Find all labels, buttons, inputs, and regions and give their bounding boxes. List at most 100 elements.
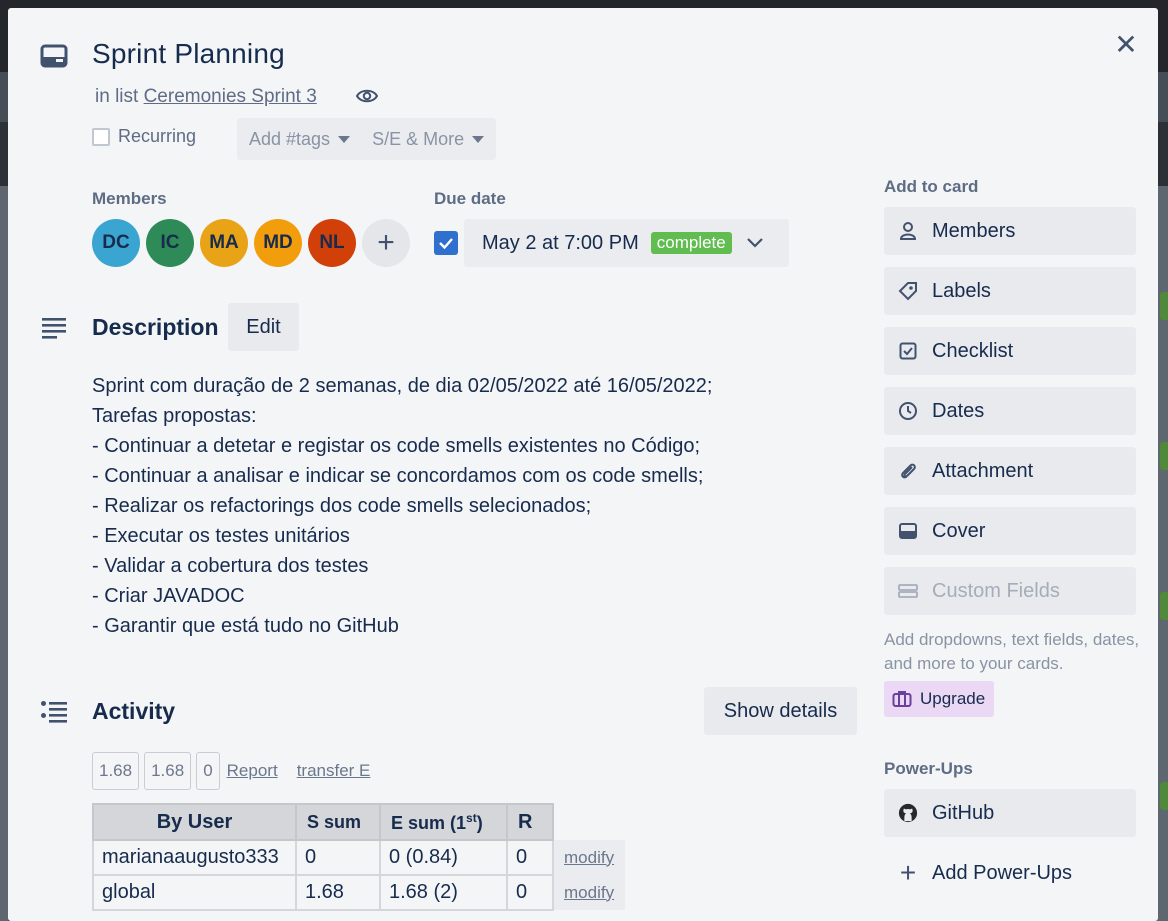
card-detail-modal: ✕ Sprint Planning in list Ceremonies Spr… (8, 8, 1158, 921)
cell-user: marianaaugusto333 (92, 839, 297, 876)
sidebar-button-label: Members (932, 219, 1016, 242)
e-sum-text: E sum (1 (391, 812, 467, 833)
member-avatars: DC IC MA MD NL + (92, 219, 416, 267)
add-tags-dropdown[interactable]: Add #tags (237, 128, 351, 150)
description-line: - Continuar a detetar e registar os code… (92, 435, 701, 457)
sidebar-cover-button[interactable]: Cover (884, 507, 1136, 555)
sidebar-checklist-button[interactable]: Checklist (884, 327, 1136, 375)
description-line: - Realizar os refactorings dos code smel… (92, 495, 592, 517)
description-line: - Executar os testes unitários (92, 525, 350, 547)
cell-e: 0 (0.84) (379, 839, 508, 876)
description-line: - Continuar a analisar e indicar se conc… (92, 465, 704, 487)
board-label-chip (1160, 782, 1168, 810)
col-header-by-user: By User (92, 803, 297, 841)
stat-value: 1.68 (144, 752, 192, 790)
upgrade-button[interactable]: Upgrade (884, 681, 994, 717)
avatar[interactable]: IC (146, 219, 194, 267)
stat-value: 1.68 (92, 752, 140, 790)
show-details-button[interactable]: Show details (704, 687, 857, 735)
due-date-label: Due date (434, 189, 506, 208)
sidebar-button-label: Dates (932, 399, 985, 422)
sidebar-button-label: Custom Fields (932, 579, 1060, 602)
sidebar-button-label: Checklist (932, 339, 1014, 362)
add-to-card-label: Add to card (884, 177, 979, 196)
due-date-button[interactable]: May 2 at 7:00 PM complete (464, 219, 789, 267)
activity-icon (41, 701, 67, 723)
upgrade-label: Upgrade (920, 689, 986, 708)
modify-link[interactable]: modify (564, 883, 614, 902)
table-row: marianaaugusto333 0 0 (0.84) 0 modify (92, 839, 626, 876)
cell-action: modify (553, 840, 626, 875)
description-icon (42, 318, 66, 339)
sidebar-button-label: Attachment (932, 459, 1034, 482)
s-sum-text: S sum (307, 811, 362, 832)
board-label-chip (1160, 292, 1168, 320)
description-line: Sprint com duração de 2 semanas, de dia … (92, 375, 713, 397)
recurring-label: Recurring (118, 126, 197, 146)
se-more-dropdown[interactable]: S/E & More (350, 129, 485, 150)
table-header-row: By User S sum E sum (1st) R (92, 803, 625, 841)
stat-value: 0 (196, 752, 220, 790)
board-label-chip (1160, 442, 1168, 470)
add-tags-label: Add #tags (249, 128, 331, 149)
e-sum-close: ) (476, 812, 483, 833)
col-header-r: R (506, 803, 554, 841)
cell-user: global (92, 874, 297, 911)
recurring-checkbox[interactable] (92, 127, 110, 146)
sidebar-button-label: Labels (932, 279, 991, 302)
tag-toolbar: Add #tags S/E & More (237, 118, 496, 160)
board-label-chip (1160, 592, 1168, 620)
due-complete-checkbox[interactable] (434, 231, 458, 255)
cell-s: 0 (295, 839, 381, 876)
cell-r: 0 (506, 839, 554, 876)
custom-fields-icon (898, 581, 918, 601)
paperclip-icon (898, 461, 918, 481)
briefcase-icon (892, 691, 912, 707)
card-icon (40, 44, 68, 68)
avatar[interactable]: MA (200, 219, 248, 267)
clock-icon (898, 401, 918, 421)
sidebar-labels-button[interactable]: Labels (884, 267, 1136, 315)
avatar[interactable]: DC (92, 219, 140, 267)
plus-icon: + (899, 857, 917, 888)
custom-fields-note: Add dropdowns, text fields, dates, and m… (884, 630, 1140, 673)
col-header-s-sum: S sum (295, 803, 381, 841)
report-link[interactable]: Report (227, 761, 278, 781)
cell-e: 1.68 (2) (379, 874, 508, 911)
cell-s: 1.68 (295, 874, 381, 911)
description-text[interactable]: Sprint com duração de 2 semanas, de dia … (92, 371, 712, 641)
board-list-left (0, 186, 8, 921)
avatar[interactable]: NL (308, 219, 356, 267)
sidebar-button-label: GitHub (932, 801, 995, 824)
chevron-down-icon (746, 238, 763, 248)
description-line: - Criar JAVADOC (92, 585, 245, 607)
close-icon[interactable]: ✕ (1110, 30, 1142, 62)
members-label: Members (92, 189, 167, 208)
add-power-ups-button[interactable]: + Add Power-Ups (884, 849, 1136, 897)
list-link[interactable]: Ceremonies Sprint 3 (144, 86, 317, 107)
sidebar-members-button[interactable]: Members (884, 207, 1136, 255)
eye-icon[interactable] (356, 86, 378, 106)
e-sum-sup: st (466, 810, 477, 825)
activity-title: Activity (92, 698, 176, 724)
sidebar-dates-button[interactable]: Dates (884, 387, 1136, 435)
transfer-link[interactable]: transfer E (297, 761, 371, 781)
sidebar-attachment-button[interactable]: Attachment (884, 447, 1136, 495)
sidebar-button-label: Add Power-Ups (932, 861, 1073, 884)
description-line: Tarefas propostas: (92, 405, 257, 427)
edit-description-button[interactable]: Edit (228, 303, 299, 351)
recurring-toggle[interactable]: Recurring (92, 126, 196, 147)
add-member-button[interactable]: + (362, 219, 410, 267)
sidebar-github-button[interactable]: GitHub (884, 789, 1136, 837)
due-status-badge: complete (650, 232, 732, 254)
checklist-icon (898, 341, 918, 361)
avatar[interactable]: MD (254, 219, 302, 267)
cover-icon (898, 521, 918, 541)
description-line: - Garantir que está tudo no GitHub (92, 615, 399, 637)
card-title[interactable]: Sprint Planning (92, 38, 285, 70)
tag-icon (898, 281, 918, 301)
caret-down-icon (472, 135, 485, 143)
sidebar-custom-fields-button[interactable]: Custom Fields (884, 567, 1136, 615)
description-line: - Validar a cobertura dos testes (92, 555, 369, 577)
modify-link[interactable]: modify (564, 848, 614, 867)
